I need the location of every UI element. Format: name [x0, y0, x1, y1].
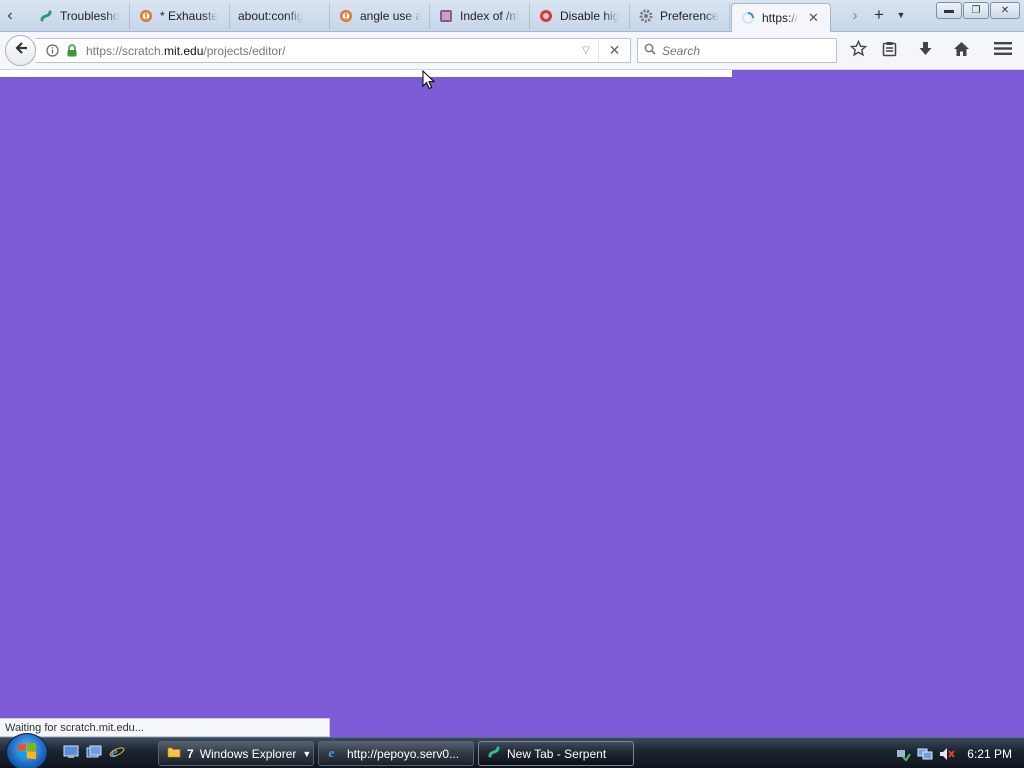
- svg-text:e: e: [329, 745, 335, 759]
- navigation-toolbar: https://scratch.mit.edu/projects/editor/…: [0, 32, 1024, 70]
- volume-muted-icon[interactable]: [939, 746, 956, 762]
- back-button[interactable]: [5, 35, 36, 66]
- url-prefix: https://scratch.: [86, 43, 165, 58]
- menu-button[interactable]: [990, 39, 1016, 63]
- task-windows-explorer[interactable]: 7 Windows Explorer ▼: [158, 741, 314, 766]
- tab-active-scratch[interactable]: https:// ✕: [731, 3, 831, 32]
- chevron-right-icon: ›: [852, 6, 858, 24]
- chevron-down-icon: ▽: [582, 45, 590, 56]
- download-icon: [918, 41, 933, 62]
- plus-icon: +: [874, 5, 884, 24]
- serpent-icon: [487, 745, 501, 762]
- tab-label: Troublesho: [60, 9, 120, 23]
- alert-icon: [138, 8, 154, 24]
- restore-icon: ❐: [971, 5, 981, 16]
- tab-disable-high[interactable]: Disable hig: [530, 3, 630, 29]
- clipboard-icon: [882, 41, 897, 62]
- close-icon: ✕: [1000, 5, 1010, 16]
- tab-scroll-left-button[interactable]: ‹: [0, 4, 20, 28]
- alert-icon: [338, 8, 354, 24]
- tab-exhausted[interactable]: * Exhauste: [130, 3, 230, 29]
- tab-label: angle use a: [360, 9, 421, 23]
- downloads-button[interactable]: [912, 39, 938, 63]
- stop-icon: ✕: [608, 42, 621, 58]
- tab-angle-use[interactable]: angle use a: [330, 3, 430, 29]
- quicklaunch-switch-windows[interactable]: [85, 744, 103, 762]
- loading-icon: [740, 10, 756, 26]
- windows-logo-icon: [17, 741, 37, 764]
- mouse-cursor-icon: [422, 69, 436, 90]
- system-tray: 6:21 PM: [885, 740, 1024, 768]
- windows-taskbar: e 7 Windows Explorer ▼ e http://pepoyo.s…: [0, 733, 1024, 768]
- arrow-left-icon: [13, 40, 29, 61]
- tab-label: about:config: [238, 9, 304, 23]
- stop-button[interactable]: ✕: [598, 39, 630, 62]
- folder-icon: [167, 745, 181, 762]
- search-input[interactable]: [662, 43, 822, 58]
- home-icon: [953, 41, 970, 62]
- folder-icon: [438, 8, 454, 24]
- tab-label: Disable hig: [560, 9, 620, 23]
- star-icon: [849, 39, 867, 62]
- maximize-button[interactable]: ❐: [963, 2, 989, 19]
- window-controls: ▬ ❐ ✕: [936, 2, 1020, 19]
- lock-icon[interactable]: [64, 43, 80, 59]
- task-count: 7: [187, 746, 194, 761]
- tab-label: * Exhauste: [160, 9, 219, 23]
- home-button[interactable]: [948, 39, 974, 63]
- tab-about-config[interactable]: about:config: [230, 3, 330, 29]
- url-history-dropdown[interactable]: ▽: [574, 45, 598, 56]
- tab-label: Index of /m: [460, 9, 520, 23]
- ie-icon: e: [327, 745, 341, 762]
- network-icon[interactable]: [917, 746, 933, 762]
- search-icon: [644, 43, 656, 58]
- task-label: Windows Explorer: [199, 746, 297, 761]
- clock[interactable]: 6:21 PM: [967, 747, 1012, 761]
- status-panel: Waiting for scratch.mit.edu...: [0, 718, 330, 737]
- close-icon[interactable]: ✕: [808, 10, 819, 26]
- chevron-left-icon: ‹: [7, 7, 13, 24]
- url-path: /projects/editor/: [203, 43, 286, 58]
- search-bar[interactable]: [637, 38, 837, 63]
- task-label: http://pepoyo.serv0...: [347, 746, 460, 761]
- list-all-tabs-button[interactable]: ▼: [891, 4, 911, 26]
- chevron-down-icon: ▼: [896, 10, 906, 20]
- gear-icon: [638, 8, 654, 24]
- switch-windows-icon: [86, 745, 102, 762]
- task-label: New Tab - Serpent: [507, 746, 607, 761]
- tab-index-of[interactable]: Index of /m: [430, 3, 530, 29]
- tab-label: Preference: [660, 9, 719, 23]
- url-bar[interactable]: https://scratch.mit.edu/projects/editor/…: [36, 38, 631, 63]
- chevron-down-icon: ▼: [302, 748, 312, 759]
- network-check-icon[interactable]: [895, 746, 912, 762]
- ie-icon: e: [109, 744, 125, 763]
- url-text[interactable]: https://scratch.mit.edu/projects/editor/: [86, 44, 574, 58]
- tab-scroll-right-button[interactable]: ›: [845, 4, 865, 26]
- info-icon[interactable]: [44, 43, 60, 59]
- close-window-button[interactable]: ✕: [990, 2, 1020, 19]
- minimize-button[interactable]: ▬: [936, 2, 962, 19]
- svg-text:e: e: [111, 745, 118, 760]
- start-button[interactable]: [6, 733, 48, 768]
- quicklaunch-ie[interactable]: e: [108, 744, 126, 762]
- serpent-icon: [38, 8, 54, 24]
- minimize-icon: ▬: [944, 5, 954, 16]
- quicklaunch-desktop[interactable]: [62, 744, 80, 762]
- tab-preferences[interactable]: Preference: [630, 3, 730, 29]
- hamburger-menu-icon: [994, 41, 1012, 61]
- task-pepoyo-ie[interactable]: e http://pepoyo.serv0...: [318, 741, 474, 766]
- bookmark-button[interactable]: [845, 39, 871, 63]
- tab-strip: ‹ Troublesho * Exhauste about:config ang…: [0, 0, 1024, 32]
- tab-troubleshooting[interactable]: Troublesho: [30, 3, 130, 29]
- reading-list-button[interactable]: [876, 39, 902, 63]
- tab-label: https://: [762, 11, 799, 25]
- task-new-tab-serpent[interactable]: New Tab - Serpent: [478, 741, 634, 766]
- new-tab-button[interactable]: +: [869, 4, 889, 26]
- url-host: mit.edu: [164, 43, 204, 58]
- globe-icon: [538, 8, 554, 24]
- page-content: [0, 70, 1024, 737]
- show-desktop-icon: [63, 745, 79, 762]
- page-loading-strip: [0, 70, 733, 77]
